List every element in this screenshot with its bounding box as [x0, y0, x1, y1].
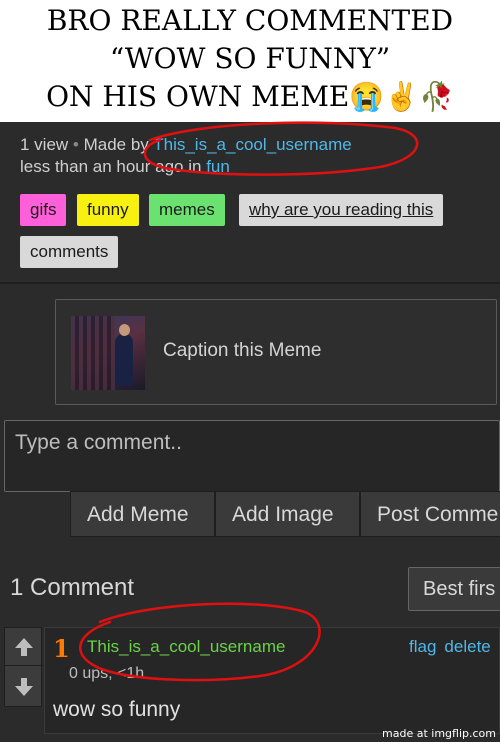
comment-item: 1 This_is_a_cool_username flag delete 0 u…: [4, 627, 500, 734]
add-image-button[interactable]: Add Image: [215, 491, 360, 537]
comment-ups: 0 ups, <1h: [69, 665, 145, 682]
comment-actions-links: flag delete: [409, 637, 499, 657]
thumbnail-crowd: [71, 316, 115, 390]
sort-select[interactable]: Best firs: [408, 567, 500, 611]
upvote-button[interactable]: [5, 628, 43, 666]
meta-separator: •: [72, 135, 79, 154]
tag-gifs[interactable]: gifs: [20, 194, 67, 226]
flag-link[interactable]: flag: [409, 637, 436, 656]
delete-link[interactable]: delete: [444, 637, 490, 656]
tag-memes[interactable]: memes: [149, 194, 225, 226]
tag-comments[interactable]: comments: [20, 236, 119, 268]
imgflip-watermark: made at imgflip.com: [382, 727, 496, 740]
author-link[interactable]: This_is_a_cool_username: [153, 135, 351, 154]
caption-line-2: “WOW SO FUNNY”: [109, 42, 391, 75]
arrow-down-icon: [15, 678, 33, 696]
tag-why-are-you-reading-this[interactable]: why are you reading this: [239, 194, 444, 226]
made-by-label: Made by: [83, 135, 149, 154]
tag-funny[interactable]: funny: [77, 194, 139, 226]
imgflip-screenshot: 1 view • Made by This_is_a_cool_username…: [0, 122, 500, 742]
comment-body: 1 This_is_a_cool_username flag delete 0 u…: [44, 627, 500, 734]
add-meme-button[interactable]: Add Meme: [70, 491, 215, 537]
caption-this-meme-label: Caption this Meme: [163, 340, 322, 361]
comment-author-link[interactable]: This_is_a_cool_username: [87, 637, 285, 657]
post-time: less than an hour ago in: [20, 157, 202, 176]
caption-line-1: BRO REALLY COMMENTED: [46, 4, 454, 37]
rank-badge-icon: 1: [53, 634, 70, 663]
meme-caption: BRO REALLY COMMENTED “WOW SO FUNNY” ON H…: [0, 0, 500, 122]
comment-count-heading: 1 Comment: [10, 574, 135, 601]
comment-input[interactable]: Type a comment..: [4, 420, 500, 492]
meme-thumbnail: [71, 316, 145, 390]
downvote-button[interactable]: [5, 668, 43, 706]
post-comment-button[interactable]: Post Comme: [360, 491, 500, 537]
caption-line-3: ON HIS OWN MEME😭✌️🥀: [46, 80, 454, 113]
vote-controls: [4, 627, 43, 707]
arrow-up-icon: [15, 637, 33, 656]
caption-this-meme-card[interactable]: Caption this Meme: [55, 299, 497, 405]
thumbnail-head: [119, 324, 130, 336]
section-divider: [0, 282, 500, 284]
post-meta: 1 view • Made by This_is_a_cool_username…: [20, 134, 352, 178]
stream-link[interactable]: fun: [206, 157, 230, 176]
comment-text: wow so funny: [53, 698, 181, 721]
thumbnail-figure: [115, 334, 133, 386]
view-count: 1 view: [20, 135, 69, 154]
